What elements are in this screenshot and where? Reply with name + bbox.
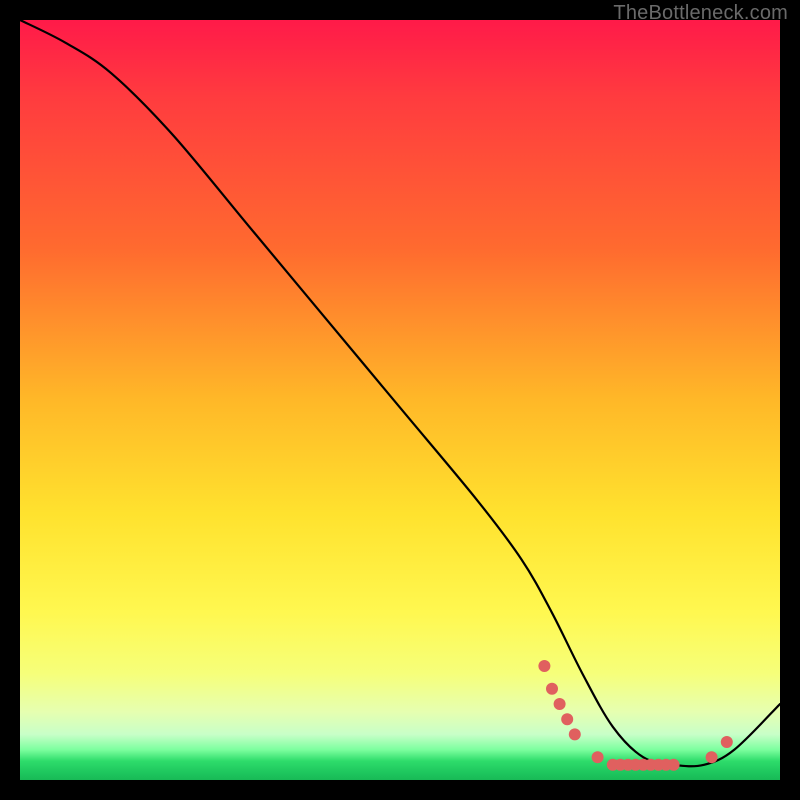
chart-marker (706, 751, 718, 763)
chart-marker (561, 713, 573, 725)
chart-marker (538, 660, 550, 672)
chart-marker (546, 683, 558, 695)
chart-line (20, 20, 780, 766)
chart-marker (668, 759, 680, 771)
chart-markers (538, 660, 732, 771)
chart-marker (592, 751, 604, 763)
chart-marker (554, 698, 566, 710)
chart-marker (569, 728, 581, 740)
chart-stage: TheBottleneck.com (0, 0, 800, 800)
chart-plot-area (20, 20, 780, 780)
chart-marker (721, 736, 733, 748)
chart-svg (20, 20, 780, 780)
